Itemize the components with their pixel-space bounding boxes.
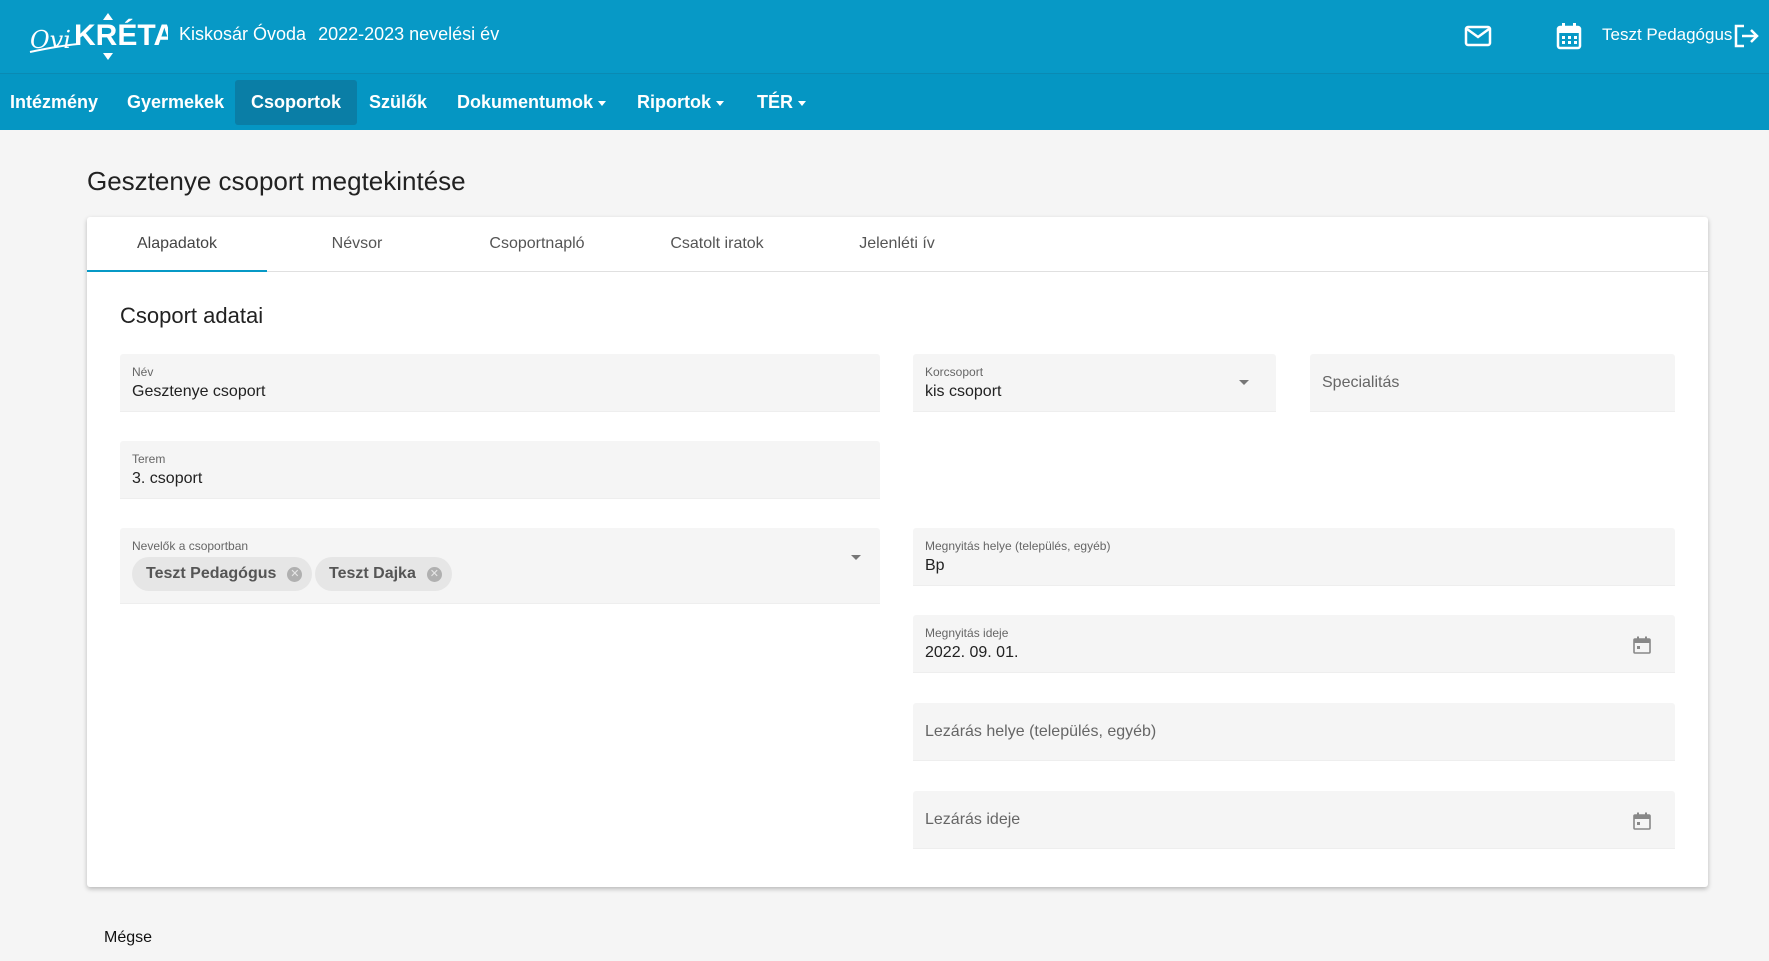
nav-item-csoportok[interactable]: Csoportok [235,80,357,125]
teachers-select[interactable]: Nevelők a csoportban Teszt Pedagógus ✕ T… [120,528,880,604]
nav-item-gyermekek[interactable]: Gyermekek [127,80,224,125]
tab-bar: Alapadatok Névsor Csoportnapló Csatolt i… [87,217,1708,272]
user-name[interactable]: Teszt Pedagógus [1602,25,1732,45]
opening-place-field[interactable]: Megnyitás helye (település, egyéb) Bp [913,528,1675,586]
logout-icon[interactable] [1730,20,1762,52]
chip-remove-icon[interactable]: ✕ [426,567,442,582]
tab-nevsor[interactable]: Névsor [267,217,447,272]
opening-date-value: 2022. 09. 01. [925,644,1019,661]
dropdown-arrow-icon [1239,380,1249,385]
section-title: Csoport adatai [120,303,264,328]
top-bar: Ovi KRÉTA Kiskosár Óvoda 2022-2023 nevelé… [0,0,1769,73]
date-picker-icon[interactable] [1632,811,1652,831]
chip-remove-icon[interactable]: ✕ [287,567,303,582]
nav-item-ter[interactable]: TÉR [757,80,806,125]
calendar-icon[interactable] [1553,20,1585,52]
closing-place-placeholder: Lezárás helye (település, egyéb) [925,723,1157,740]
speciality-field[interactable]: Specialitás [1310,354,1675,412]
nav-item-riportok[interactable]: Riportok [637,80,724,125]
nav-item-label: Gyermekek [127,92,225,112]
group-details-card: Alapadatok Névsor Csoportnapló Csatolt i… [87,217,1708,887]
chip-teszt-pedagogus[interactable]: Teszt Pedagógus ✕ [132,557,313,591]
teachers-label: Nevelők a csoportban [132,539,249,553]
ovikreta-logo[interactable]: Ovi KRÉTA [28,8,175,60]
date-picker-icon[interactable] [1632,635,1652,655]
opening-place-value: Bp [925,557,945,574]
opening-date-label: Megnyitás ideje [925,626,1009,640]
nav-item-label: Csoportok [251,92,341,112]
opening-date-field[interactable]: Megnyitás ideje 2022. 09. 01. [913,615,1675,673]
dropdown-arrow-icon [851,555,861,560]
caret-down-icon [598,100,607,106]
nav-item-label: Szülők [369,92,428,112]
room-field-value: 3. csoport [132,470,203,487]
name-field[interactable]: Név Gesztenye csoport [120,354,880,412]
closing-place-field[interactable]: Lezárás helye (település, egyéb) [913,703,1675,761]
main-nav: Intézmény Gyermekek Csoportok Szülők Dok… [0,73,1769,130]
school-name: Kiskosár Óvoda [179,24,307,44]
tab-csatolt-iratok[interactable]: Csatolt iratok [627,217,807,272]
speciality-placeholder: Specialitás [1322,374,1400,391]
chip-teszt-dajka[interactable]: Teszt Dajka ✕ [315,557,452,591]
nav-item-label: Intézmény [10,92,99,112]
age-group-value: kis csoport [925,383,1002,400]
mail-icon[interactable] [1462,20,1494,52]
nav-item-label: Dokumentumok [457,92,594,112]
school-info: Kiskosár Óvoda 2022-2023 nevelési év [179,24,499,45]
caret-down-icon [716,100,724,106]
name-field-label: Név [132,365,154,379]
nav-item-szulok[interactable]: Szülők [369,80,427,125]
tab-alapadatok[interactable]: Alapadatok [87,217,267,272]
nav-item-dokumentumok[interactable]: Dokumentumok [457,80,607,125]
chip-label: Teszt Dajka [329,565,416,582]
caret-down-icon [798,100,806,106]
page-title: Gesztenye csoport megtekintése [87,166,466,196]
opening-place-label: Megnyitás helye (település, egyéb) [925,539,1111,553]
cancel-button[interactable]: Mégse [104,929,152,947]
nav-item-label: TÉR [757,92,793,112]
tab-csoportnaplo[interactable]: Csoportnapló [447,217,627,272]
chip-label: Teszt Pedagógus [146,565,277,582]
nav-item-label: Riportok [637,92,711,112]
room-field-label: Terem [132,452,166,466]
svg-text:KRÉTA: KRÉTA [74,18,168,52]
name-field-value: Gesztenye csoport [132,383,266,400]
tab-jeleneti-iv[interactable]: Jelenléti ív [807,217,987,272]
nav-item-intezmeny[interactable]: Intézmény [10,80,98,125]
closing-date-field[interactable]: Lezárás ideje [913,791,1675,849]
closing-date-placeholder: Lezárás ideje [925,811,1021,828]
age-group-label: Korcsoport [925,365,984,379]
age-group-select[interactable]: Korcsoport kis csoport [913,354,1276,412]
school-year: 2022-2023 nevelési év [318,24,500,44]
room-field[interactable]: Terem 3. csoport [120,441,880,499]
